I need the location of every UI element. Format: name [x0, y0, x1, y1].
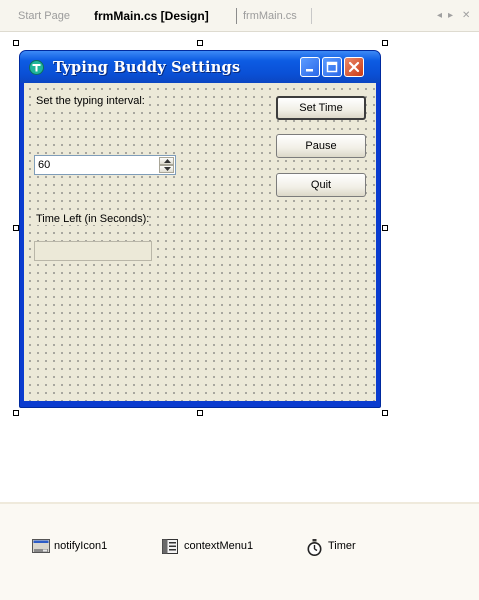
scroll-right-icon[interactable]: ▸	[448, 10, 453, 21]
app-icon	[29, 60, 44, 75]
maximize-button[interactable]	[322, 57, 342, 77]
interval-label: Set the typing interval:	[36, 95, 145, 107]
resize-handle-bottom[interactable]	[197, 410, 203, 416]
set-time-button[interactable]: Set Time	[276, 96, 366, 120]
tray-item-label: contextMenu1	[184, 540, 254, 552]
resize-handle-top-right[interactable]	[382, 40, 388, 46]
tab-separator	[236, 8, 237, 24]
close-icon	[348, 61, 360, 73]
context-menu-icon	[162, 539, 178, 554]
form-title: Typing Buddy Settings	[53, 59, 241, 76]
quit-button[interactable]: Quit	[276, 173, 366, 197]
spin-up-button[interactable]	[159, 157, 174, 165]
tab-frmmain-design[interactable]: frmMain.cs [Design]	[94, 9, 209, 23]
tab-separator	[311, 8, 312, 24]
form-client-area: Set the typing interval: 60 Time Left (i…	[24, 83, 376, 401]
component-tray: notifyIcon1 contextMenu1 Timer	[0, 502, 479, 600]
tray-item-label: Timer	[328, 540, 356, 552]
tab-frmmain-code[interactable]: frmMain.cs	[243, 10, 297, 22]
tab-start-page[interactable]: Start Page	[18, 10, 70, 22]
interval-numeric-updown[interactable]: 60	[34, 155, 176, 175]
time-left-field	[34, 241, 152, 261]
form-titlebar[interactable]: Typing Buddy Settings	[20, 51, 380, 83]
close-button[interactable]	[344, 57, 364, 77]
tray-item-label: notifyIcon1	[54, 540, 108, 552]
minimize-button[interactable]	[300, 57, 320, 77]
resize-handle-top[interactable]	[197, 40, 203, 46]
form-window[interactable]: Typing Buddy Settings Set the typing int…	[19, 50, 381, 408]
pause-button[interactable]: Pause	[276, 134, 366, 158]
arrow-up-icon	[164, 159, 171, 163]
interval-value[interactable]: 60	[38, 159, 50, 171]
time-left-label: Time Left (in Seconds):	[36, 213, 150, 225]
resize-handle-top-left[interactable]	[13, 40, 19, 46]
resize-handle-bottom-right[interactable]	[382, 410, 388, 416]
notify-icon	[32, 539, 50, 553]
document-tab-strip: Start Page frmMain.cs [Design] frmMain.c…	[0, 0, 479, 32]
arrow-down-icon	[164, 167, 171, 171]
spin-down-button[interactable]	[159, 165, 174, 173]
timer-icon	[307, 539, 322, 556]
resize-handle-right[interactable]	[382, 225, 388, 231]
minimize-icon	[306, 69, 313, 72]
scroll-left-icon[interactable]: ◂	[437, 10, 442, 21]
maximize-icon	[326, 61, 338, 73]
close-tab-icon[interactable]: ✕	[462, 10, 470, 21]
resize-handle-bottom-left[interactable]	[13, 410, 19, 416]
